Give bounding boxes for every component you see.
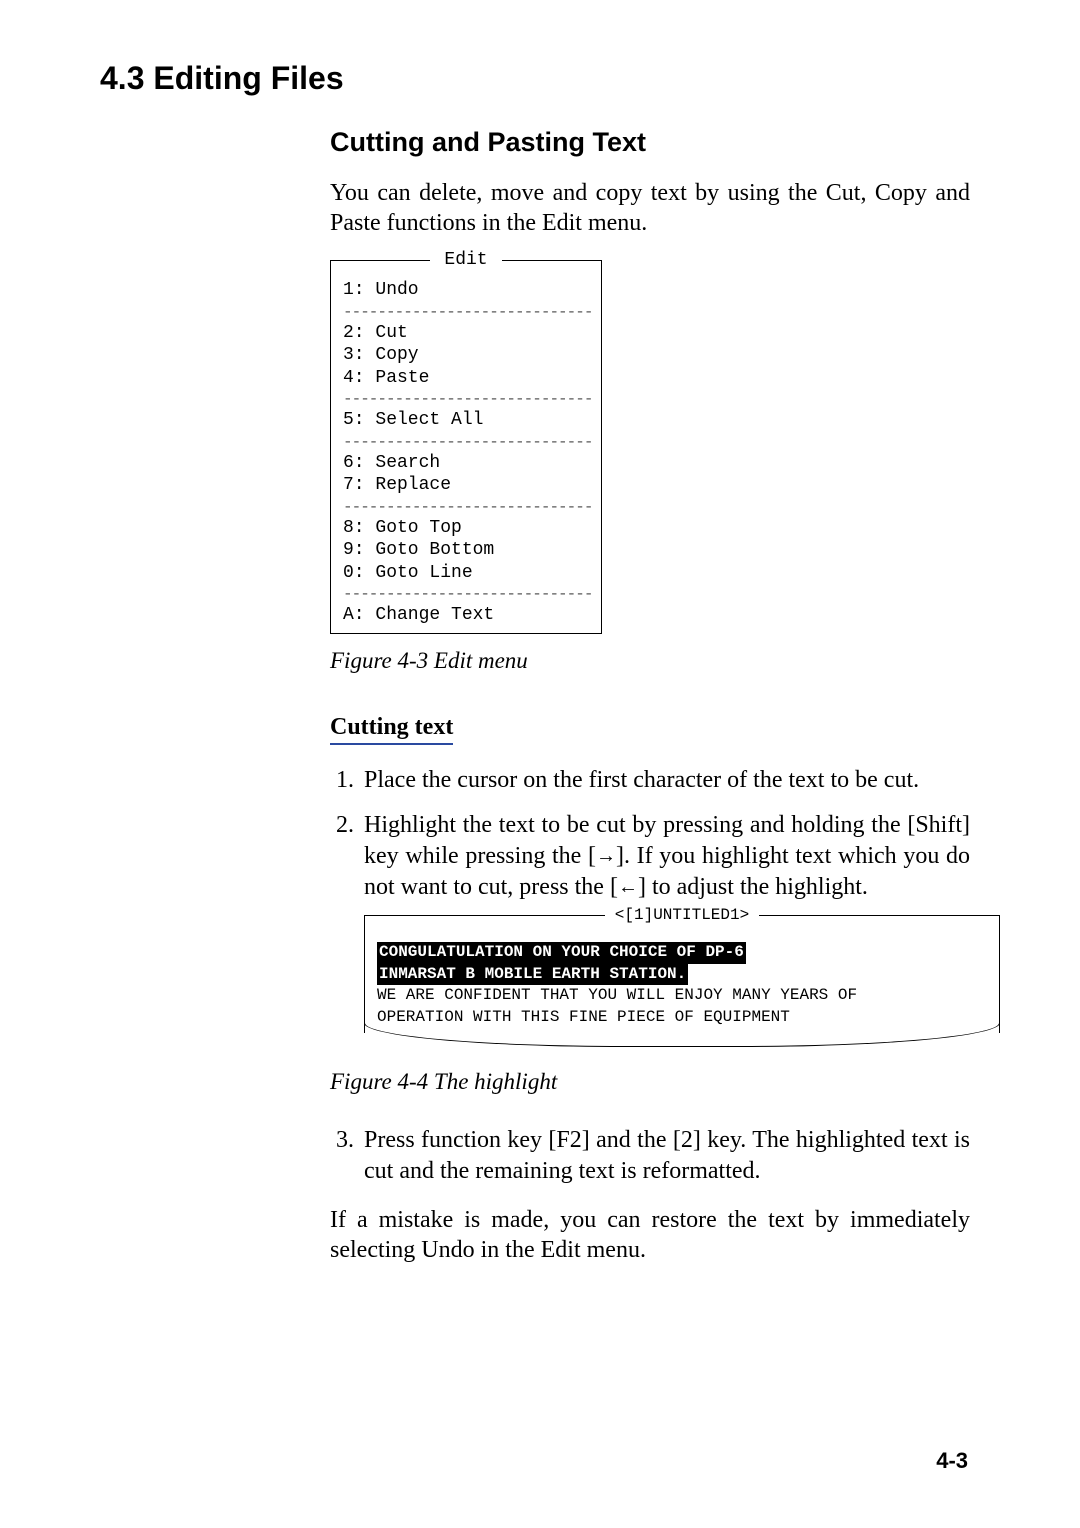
content-column: Cutting and Pasting Text You can delete,…	[330, 127, 970, 1265]
menu-separator: -----------------------------	[343, 497, 601, 517]
menu-item: 7: Replace	[343, 474, 601, 497]
menu-item: 1: Undo	[343, 279, 601, 302]
closing-paragraph: If a mistake is made, you can restore th…	[330, 1205, 970, 1265]
edit-menu-legend-text: Edit	[430, 250, 501, 270]
step-3: Press function key [F2] and the [2] key.…	[360, 1125, 970, 1187]
figure-4-4-caption: Figure 4-4 The highlight	[330, 1069, 970, 1095]
menu-item: A: Change Text	[343, 604, 601, 627]
page: 4.3 Editing Files Cutting and Pasting Te…	[0, 0, 1080, 1528]
step-1: Place the cursor on the first character …	[360, 765, 970, 796]
menu-separator: -----------------------------	[343, 584, 601, 604]
menu-item: 8: Goto Top	[343, 517, 601, 540]
editor-line: OPERATION WITH THIS FINE PIECE OF EQUIPM…	[377, 1007, 987, 1029]
steps-list-2: Press function key [F2] and the [2] key.…	[330, 1125, 970, 1187]
subsection-title: Cutting and Pasting Text	[330, 127, 970, 158]
menu-item: 0: Goto Line	[343, 562, 601, 585]
step-2: Highlight the text to be cut by pressing…	[360, 810, 970, 1033]
cutting-text-heading: Cutting text	[330, 714, 453, 745]
editor-content: CONGULATULATION ON YOUR CHOICE OF DP-6 I…	[377, 942, 987, 1028]
editor-line: CONGULATULATION ON YOUR CHOICE OF DP-6	[377, 942, 987, 964]
edit-menu-lines: 1: Undo ----------------------------- 2:…	[331, 261, 601, 627]
menu-item: 2: Cut	[343, 322, 601, 345]
page-number: 4-3	[936, 1448, 968, 1474]
highlighted-text: CONGULATULATION ON YOUR CHOICE OF DP-6	[377, 942, 746, 964]
editor-window: <[1]UNTITLED1> CONGULATULATION ON YOUR C…	[364, 915, 1000, 1032]
edit-menu-box: Edit 1: Undo ---------------------------…	[330, 260, 602, 634]
cutting-text-heading-wrap: Cutting text	[330, 704, 970, 765]
intro-paragraph: You can delete, move and copy text by us…	[330, 178, 970, 238]
menu-item: 3: Copy	[343, 344, 601, 367]
arrow-right-icon: →	[596, 845, 616, 867]
menu-item: 5: Select All	[343, 409, 601, 432]
steps-list-1: Place the cursor on the first character …	[330, 765, 970, 1033]
figure-4-3-caption: Figure 4-3 Edit menu	[330, 648, 970, 674]
menu-separator: -----------------------------	[343, 432, 601, 452]
section-title: 4.3 Editing Files	[100, 60, 970, 97]
editor-legend: <[1]UNTITLED1>	[365, 905, 999, 927]
menu-separator: -----------------------------	[343, 302, 601, 322]
menu-item: 6: Search	[343, 452, 601, 475]
edit-menu-legend: Edit	[331, 249, 601, 272]
menu-item: 9: Goto Bottom	[343, 539, 601, 562]
editor-legend-text: <[1]UNTITLED1>	[605, 906, 759, 924]
menu-item: 4: Paste	[343, 367, 601, 390]
editor-line: WE ARE CONFIDENT THAT YOU WILL ENJOY MAN…	[377, 985, 987, 1007]
menu-separator: -----------------------------	[343, 389, 601, 409]
arrow-left-icon: ←	[618, 876, 638, 898]
editor-line: INMARSAT B MOBILE EARTH STATION.	[377, 964, 987, 986]
highlighted-text: INMARSAT B MOBILE EARTH STATION.	[377, 964, 688, 986]
step-2-text-c: ] to adjust the highlight.	[638, 874, 868, 900]
